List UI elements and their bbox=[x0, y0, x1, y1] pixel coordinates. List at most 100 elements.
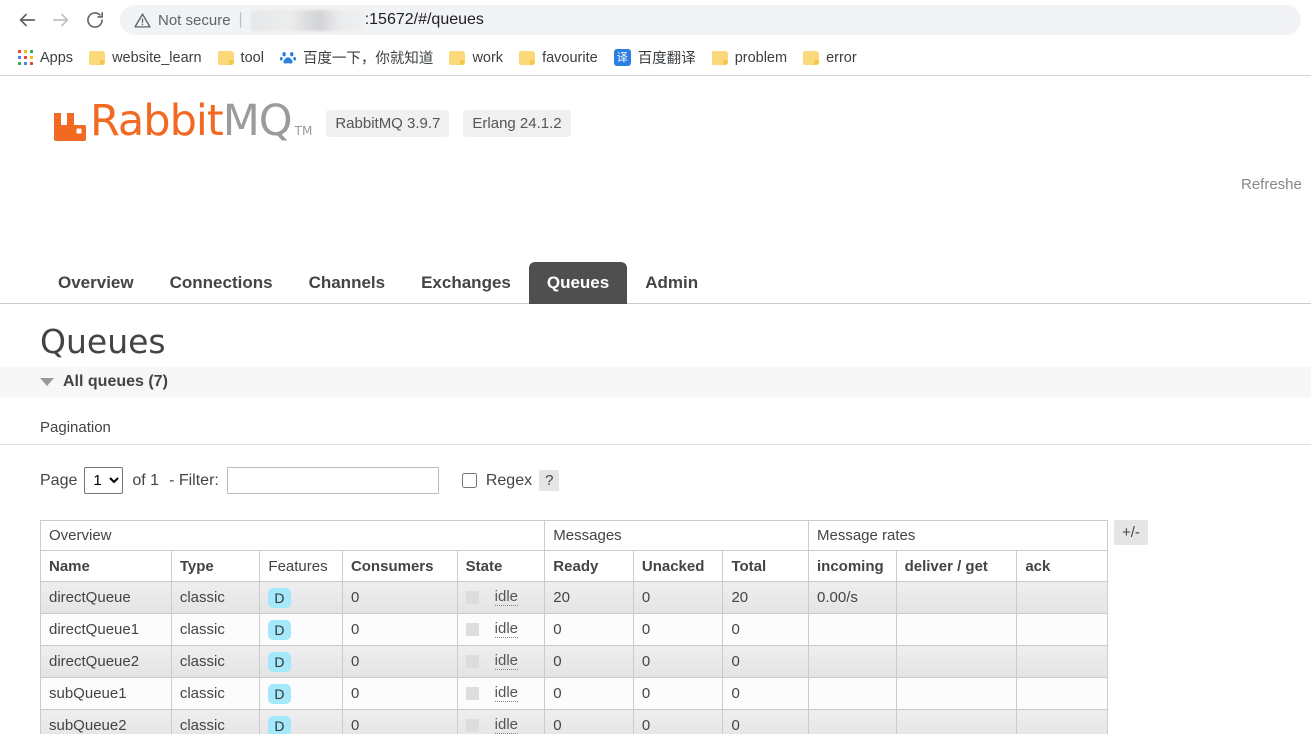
reload-icon[interactable] bbox=[78, 3, 112, 37]
warning-triangle-icon bbox=[134, 12, 151, 28]
tab-channels[interactable]: Channels bbox=[291, 262, 404, 304]
cell-unacked: 0 bbox=[632, 709, 724, 734]
bookmark-label: 百度翻译 bbox=[637, 51, 696, 67]
cell-queue-name[interactable]: subQueue2 bbox=[40, 709, 172, 734]
cell-queue-name[interactable]: directQueue bbox=[40, 581, 172, 614]
bookmark-apps[interactable]: Apps bbox=[10, 46, 81, 70]
omnibox-separator: | bbox=[238, 11, 243, 28]
table-row[interactable]: directQueue2 classic D 0 idle 0 0 0 bbox=[40, 645, 1108, 678]
cell-queue-name[interactable]: directQueue2 bbox=[40, 645, 172, 678]
cell-queue-type: classic bbox=[170, 677, 261, 710]
cell-consumers: 0 bbox=[341, 677, 458, 710]
bookmark-website-learn[interactable]: website_learn bbox=[81, 46, 209, 70]
column-header-state[interactable]: State bbox=[456, 550, 546, 582]
cell-incoming: 0.00/s bbox=[808, 581, 897, 614]
state-text: idle bbox=[494, 716, 519, 734]
column-header-features: Features bbox=[259, 550, 343, 582]
folder-icon bbox=[89, 50, 106, 65]
redacted-host bbox=[250, 9, 363, 31]
bookmark-baidu-fanyi[interactable]: 译 百度翻译 bbox=[606, 43, 704, 72]
cell-state: idle bbox=[456, 645, 546, 678]
refresh-status-text: Refreshe bbox=[1241, 176, 1302, 193]
cell-unacked: 0 bbox=[632, 677, 724, 710]
tab-connections[interactable]: Connections bbox=[152, 262, 291, 304]
cell-ready: 0 bbox=[544, 613, 634, 646]
all-queues-label: All queues (7) bbox=[63, 373, 168, 390]
regex-checkbox[interactable] bbox=[461, 473, 477, 488]
column-header-unacked[interactable]: Unacked bbox=[632, 550, 724, 582]
column-header-ready[interactable]: Ready bbox=[544, 550, 634, 582]
cell-deliver-get bbox=[895, 581, 1018, 614]
folder-icon bbox=[711, 50, 728, 65]
table-column-header-row: Name Type Features Consumers State Ready… bbox=[40, 550, 1108, 582]
bookmark-work[interactable]: work bbox=[441, 46, 511, 70]
table-row[interactable]: directQueue classic D 0 idle 20 0 20 0.00/s bbox=[40, 581, 1108, 614]
group-header-overview: Overview bbox=[39, 520, 546, 551]
bookmark-error[interactable]: error bbox=[795, 46, 865, 70]
bookmark-problem[interactable]: problem bbox=[704, 46, 795, 70]
tab-overview[interactable]: Overview bbox=[40, 262, 152, 304]
column-header-name[interactable]: Name bbox=[40, 550, 172, 582]
cell-unacked: 0 bbox=[632, 613, 724, 646]
security-status[interactable]: Not secure bbox=[134, 12, 231, 29]
state-text: idle bbox=[494, 620, 519, 638]
all-queues-section-header[interactable]: All queues (7) bbox=[0, 367, 1311, 397]
state-square-icon bbox=[465, 591, 479, 604]
cell-unacked: 0 bbox=[632, 581, 724, 614]
bookmark-label: 百度一下，你就知道 bbox=[302, 51, 434, 67]
back-arrow-icon[interactable] bbox=[10, 3, 44, 37]
bookmark-favourite[interactable]: favourite bbox=[511, 46, 606, 70]
cell-ready: 20 bbox=[544, 581, 634, 614]
folder-icon bbox=[217, 50, 234, 65]
page-content: Queues All queues (7) Pagination Page 1 … bbox=[0, 304, 1311, 734]
toggle-columns-button[interactable]: +/- bbox=[1114, 520, 1148, 545]
cell-incoming bbox=[808, 677, 897, 710]
browser-chrome: Not secure | :15672/#/queues Apps websit… bbox=[0, 0, 1311, 76]
cell-consumers: 0 bbox=[341, 581, 458, 614]
state-square-icon bbox=[465, 623, 479, 636]
bookmark-baidu[interactable]: 百度一下，你就知道 bbox=[272, 43, 442, 72]
tab-admin[interactable]: Admin bbox=[627, 262, 716, 304]
column-header-deliver-get[interactable]: deliver / get bbox=[895, 550, 1018, 582]
cell-deliver-get bbox=[895, 613, 1018, 646]
logo-mq: MQ bbox=[222, 96, 293, 146]
cell-queue-name[interactable]: directQueue1 bbox=[40, 613, 172, 646]
table-row[interactable]: directQueue1 classic D 0 idle 0 0 0 bbox=[40, 613, 1108, 646]
folder-icon bbox=[449, 50, 466, 65]
column-header-incoming[interactable]: incoming bbox=[808, 550, 897, 582]
page-select[interactable]: 1 bbox=[84, 467, 124, 494]
chevron-down-icon[interactable] bbox=[40, 378, 54, 386]
column-header-type[interactable]: Type bbox=[170, 550, 261, 582]
cell-total: 0 bbox=[722, 709, 809, 734]
cell-state: idle bbox=[456, 581, 546, 614]
bookmark-tool[interactable]: tool bbox=[210, 46, 272, 70]
rabbitmq-logo[interactable]: RabbitMQ TM bbox=[52, 100, 312, 143]
regex-help-button[interactable]: ? bbox=[539, 470, 560, 491]
table-group-header-row: Overview Messages Message rates bbox=[39, 520, 1108, 551]
column-header-total[interactable]: Total bbox=[722, 550, 809, 582]
cell-ready: 0 bbox=[544, 677, 634, 710]
column-header-consumers[interactable]: Consumers bbox=[341, 550, 458, 582]
baidu-icon bbox=[279, 51, 296, 64]
bookmark-label: website_learn bbox=[112, 49, 202, 66]
table-row[interactable]: subQueue1 classic D 0 idle 0 0 0 bbox=[40, 677, 1108, 710]
erlang-version-badge: Erlang 24.1.2 bbox=[463, 110, 571, 137]
tab-queues[interactable]: Queues bbox=[528, 262, 628, 304]
column-header-ack[interactable]: ack bbox=[1016, 550, 1108, 582]
cell-queue-name[interactable]: subQueue1 bbox=[40, 677, 172, 710]
pagination-controls: Page 1 of 1 - Filter: Regex ? bbox=[40, 445, 1311, 494]
browser-toolbar: Not secure | :15672/#/queues bbox=[0, 0, 1311, 40]
table-row[interactable]: subQueue2 classic D 0 idle 0 0 0 bbox=[40, 709, 1108, 734]
pagination-label: Pagination bbox=[40, 419, 111, 436]
tab-exchanges[interactable]: Exchanges bbox=[403, 262, 529, 304]
forward-arrow-icon[interactable] bbox=[44, 3, 78, 37]
address-bar[interactable]: Not secure | :15672/#/queues bbox=[120, 5, 1301, 35]
cell-total: 20 bbox=[722, 581, 809, 614]
cell-ack bbox=[1016, 677, 1108, 710]
cell-consumers: 0 bbox=[341, 709, 458, 734]
rabbitmq-logo-mark bbox=[52, 103, 88, 141]
group-header-message-rates: Message rates bbox=[808, 520, 1108, 551]
app-header: RabbitMQ TM RabbitMQ 3.9.7 Erlang 24.1.2 bbox=[52, 100, 571, 143]
security-label: Not secure bbox=[158, 11, 231, 29]
filter-input[interactable] bbox=[226, 467, 439, 494]
